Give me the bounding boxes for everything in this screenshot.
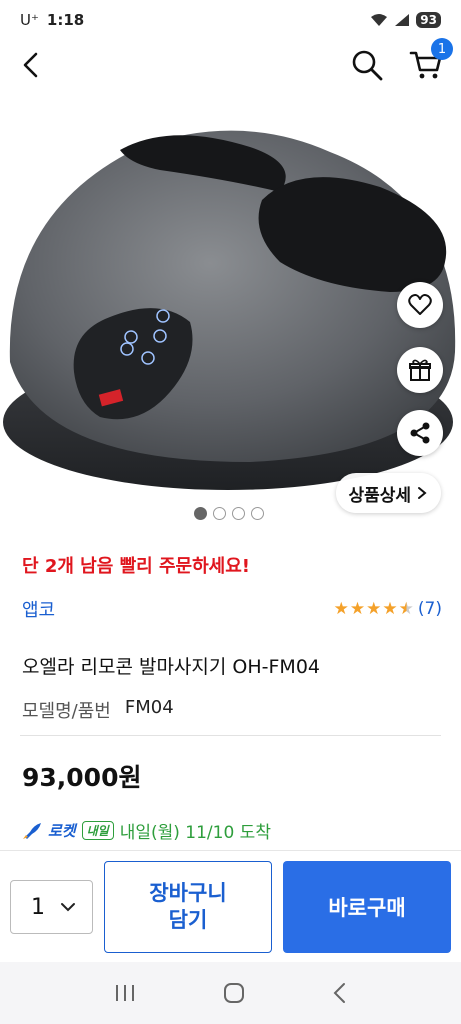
half-star-icon: ★ (398, 599, 414, 619)
rating-summary[interactable]: ★ ★ ★ ★ ★ (7) (334, 599, 442, 619)
chevron-right-icon (418, 487, 427, 499)
delivery-info: 로켓 내일 내일(월) 11/10 도착 (22, 818, 442, 843)
star-rating: ★ ★ ★ ★ ★ (334, 599, 414, 619)
add-to-cart-label-line1: 장바구니 (149, 880, 227, 905)
cart-count-badge: 1 (431, 38, 453, 60)
home-icon[interactable] (223, 982, 245, 1004)
clock: 1:18 (46, 11, 85, 29)
seller-rating-row: 앱코 ★ ★ ★ ★ ★ (7) (22, 596, 442, 622)
system-back-icon[interactable] (332, 982, 348, 1004)
carousel-dot[interactable] (194, 507, 207, 520)
product-photo (3, 130, 456, 490)
product-title: 오엘라 리모콘 발마사지기 OH-FM04 (22, 656, 320, 678)
purchase-bar: 1 장바구니 담기 바로구매 (0, 850, 461, 960)
battery-indicator: 93 (416, 12, 441, 28)
top-nav: 1 (0, 38, 461, 90)
model-label: 모델명/품번 (22, 701, 111, 722)
system-nav-bar (0, 962, 461, 1024)
wishlist-button[interactable] (397, 282, 443, 328)
product-price: 93,000원 (22, 763, 142, 792)
rocket-delivery-label: 로켓 (48, 822, 76, 840)
seller-link[interactable]: 앱코 (22, 596, 55, 622)
share-button[interactable] (397, 410, 443, 456)
buy-now-label: 바로구매 (328, 896, 406, 920)
nav-actions: 1 (351, 38, 453, 82)
chevron-down-icon (61, 903, 75, 912)
star-icon: ★ (382, 599, 398, 619)
divider (20, 735, 441, 736)
add-to-cart-button[interactable]: 장바구니 담기 (104, 861, 272, 953)
quantity-value: 1 (31, 894, 45, 920)
product-detail-button[interactable]: 상품상세 (336, 473, 441, 513)
stock-urgency-text: 단 2개 남음 빨리 주문하세요! (22, 556, 250, 577)
quantity-select[interactable]: 1 (10, 880, 93, 934)
heart-icon (408, 294, 432, 315)
status-left: U⁺ 1:18 (20, 11, 84, 29)
carousel-pagination (194, 507, 264, 520)
carousel-dot[interactable] (232, 507, 245, 520)
delivery-date-text: 내일(월) 11/10 도착 (119, 823, 271, 843)
product-image-carousel[interactable] (0, 92, 461, 532)
search-icon[interactable] (351, 49, 383, 81)
status-bar: U⁺ 1:18 93 (0, 0, 461, 40)
star-icon: ★ (349, 599, 366, 619)
carousel-dot[interactable] (213, 507, 226, 520)
tomorrow-badge: 내일 (81, 821, 114, 840)
product-detail-label: 상품상세 (348, 485, 411, 506)
status-right: 93 (370, 12, 441, 28)
star-icon: ★ (333, 599, 349, 619)
review-count: (7) (417, 599, 442, 619)
recent-apps-icon[interactable] (114, 983, 136, 1003)
share-icon (410, 422, 430, 444)
add-to-cart-label-line2: 담기 (168, 908, 208, 932)
model-row: 모델명/품번 FM04 (22, 697, 442, 723)
gift-icon (409, 359, 431, 381)
gift-button[interactable] (397, 347, 443, 393)
cart-button[interactable]: 1 (409, 38, 453, 82)
wifi-icon (371, 14, 388, 26)
model-value: FM04 (124, 697, 174, 718)
back-icon[interactable] (18, 50, 44, 80)
carrier-label: U⁺ (20, 11, 39, 29)
signal-icon (395, 14, 410, 26)
star-icon: ★ (366, 599, 382, 619)
carousel-dot[interactable] (251, 507, 264, 520)
rocket-icon (23, 822, 41, 839)
buy-now-button[interactable]: 바로구매 (283, 861, 451, 953)
